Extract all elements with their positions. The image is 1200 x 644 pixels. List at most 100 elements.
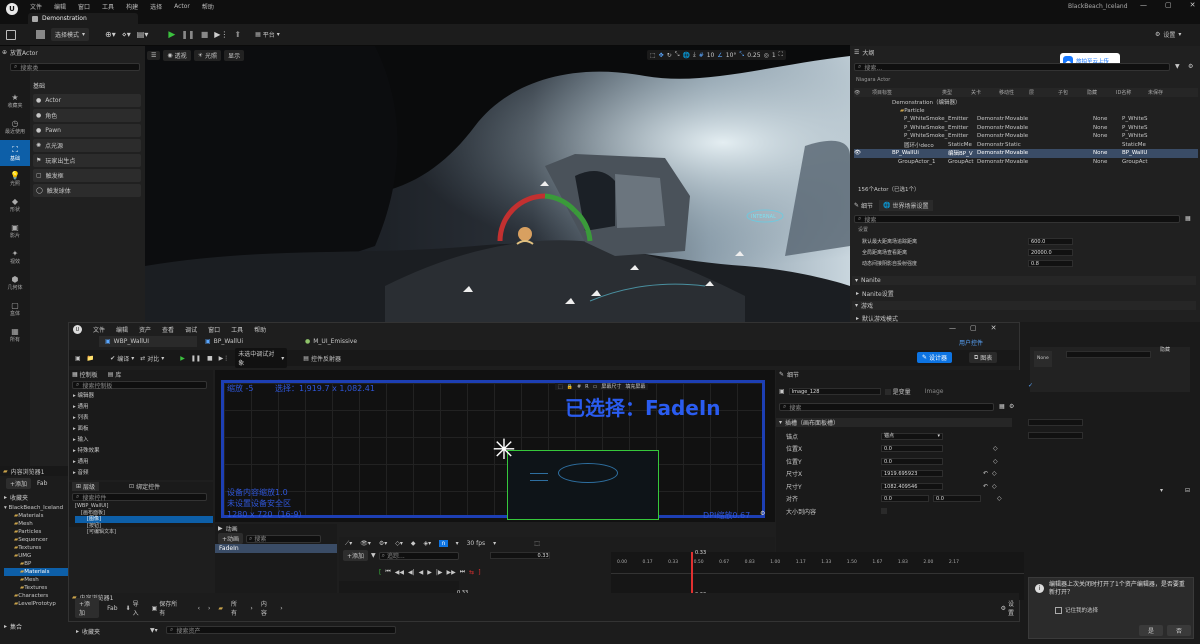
cb2-fab-button[interactable]: Fab [107, 605, 117, 612]
tab-details[interactable]: ✎ 细节 [854, 201, 873, 210]
dropdown-field[interactable] [1028, 432, 1083, 439]
detail-value-input[interactable]: 0.8 [1028, 260, 1073, 267]
animation-item-selected[interactable]: FadeIn [215, 544, 337, 553]
place-item-player-start[interactable]: ⚑ 玩家出生点 [33, 154, 141, 167]
widget-name-input[interactable]: Image_128 [788, 388, 881, 395]
place-item-pawn[interactable]: ● Pawn [33, 124, 141, 137]
table-row[interactable]: ▰ Particle [854, 107, 1198, 116]
place-item-trigger-box[interactable]: ▢ 触发框 [33, 169, 141, 182]
dialog-no-button[interactable]: 否 [1167, 625, 1191, 636]
skip-end-icon[interactable]: ⏭ [460, 568, 465, 576]
posx-input[interactable]: 0.0 [881, 445, 943, 453]
select-icon[interactable]: ⬚ [650, 52, 656, 59]
tab-library[interactable]: ▤ 库 [108, 370, 122, 379]
view-show-button[interactable]: 显示 [224, 50, 245, 61]
tab-material[interactable]: ● M_UI_Emissive [299, 336, 397, 347]
palette-category[interactable]: ▸ 通用 [73, 457, 213, 468]
section-game[interactable]: ▾ 游戏 [852, 301, 1196, 310]
tree-item[interactable]: ▰Materials [4, 512, 68, 520]
link-icon[interactable]: ◇ [992, 483, 997, 490]
grid-view-icon[interactable]: ▦ [999, 403, 1005, 410]
nav-cinematic[interactable]: ▣ 影片 [0, 218, 30, 244]
dialog-yes-button[interactable]: 是 [1139, 625, 1163, 636]
nav-basic[interactable]: ⛶ 基础 [0, 140, 30, 166]
dropdown-value[interactable] [1066, 351, 1151, 358]
col-id-name[interactable]: ID名称 [1116, 89, 1148, 96]
save-all-button[interactable]: ▣ 保存所有 [152, 599, 182, 617]
tab-palette[interactable]: ▦ 控制板 [72, 370, 98, 379]
diff-button[interactable]: ⇄ 对比 ▾ [140, 354, 164, 363]
back-icon[interactable]: ‹ [198, 605, 200, 612]
section-nanite-settings[interactable]: ▸ Nanite设置 [856, 289, 894, 298]
camera-speed-value[interactable]: 1 [772, 52, 776, 59]
asset-search-input[interactable]: ⌕ 搜索资产 [166, 626, 396, 635]
tree-item[interactable]: ▰Particles [4, 528, 68, 536]
col-level[interactable]: 关卡 [971, 89, 999, 96]
save-icon[interactable]: ▣ [75, 355, 81, 362]
col-layer[interactable]: 层 [1029, 89, 1058, 96]
settings-button[interactable]: ⚙ 设置 ▾ [1155, 30, 1181, 39]
tree-item[interactable]: [可编辑文本] [75, 529, 213, 536]
minimize-icon[interactable]: — [1140, 1, 1147, 9]
sizex-input[interactable]: 1919.695923 [881, 470, 943, 478]
nav-all[interactable]: ▦ 所有 [0, 322, 30, 348]
alignment-x-input[interactable]: 0.0 [881, 495, 929, 503]
r-toggle[interactable]: R [585, 384, 588, 390]
table-row-selected[interactable]: 👁 BP_WallUi 编辑BP_V Demonstr Movable None BP_Wa… [854, 149, 1198, 158]
camera-speed-icon[interactable]: ◎ [764, 52, 769, 59]
graph-button[interactable]: ⧉ 图表 [969, 352, 998, 363]
forward-icon[interactable]: › [208, 605, 210, 612]
visibility-icon[interactable]: 👁 [854, 150, 892, 156]
umg-details-title[interactable]: 细节 [787, 370, 799, 379]
alignment-y-input[interactable]: 0.0 [933, 495, 981, 503]
scale-value[interactable]: 0.25 [747, 52, 760, 59]
browse-icon[interactable]: 📁 [87, 355, 94, 362]
prev-key-icon[interactable]: ◀◀ [395, 569, 404, 576]
sizey-input[interactable]: 1082.409546 [881, 482, 943, 490]
tree-item[interactable]: ▰BP [4, 560, 68, 568]
key-tool-icon[interactable]: ⟋▾ [345, 540, 352, 548]
palette-category[interactable]: ▸ 输入 [73, 435, 213, 446]
tree-item-selected[interactable]: ▰Materials [4, 568, 68, 576]
fill-screen-label[interactable]: 填充屏幕 [625, 383, 645, 390]
nav-volumes[interactable]: ▢ 盒体 [0, 296, 30, 322]
tree-item[interactable]: ▰UMG [4, 552, 68, 560]
link-icon[interactable]: ◇ [993, 458, 998, 465]
hierarchy-search-input[interactable]: ⌕ 搜索控件 [72, 493, 207, 502]
menu-select[interactable]: 选择 [150, 2, 162, 11]
palette-category[interactable]: ▸ 面板 [73, 424, 213, 435]
palette-category[interactable]: ▸ 编辑器 [73, 391, 213, 402]
cb-fav-row[interactable]: ▸ 收藏夹 [76, 627, 100, 636]
detail-value-input[interactable]: 20000.0 [1028, 249, 1073, 256]
current-time-input[interactable]: 0.33 [489, 552, 550, 559]
cb-fab-button[interactable]: Fab [37, 480, 47, 487]
surface-snap-icon[interactable]: ⤓ [693, 51, 696, 59]
debug-object-select[interactable]: 未选中调试对象 ▾ [235, 348, 288, 368]
pause-icon[interactable]: ❚❚ [191, 355, 201, 362]
col-label[interactable]: 项目标签 [872, 89, 942, 96]
image-widget-selected[interactable] [507, 450, 659, 520]
cinematics-icon[interactable]: ▤▾ [137, 30, 149, 39]
tree-item[interactable]: ▰LevelPrototyp [4, 600, 68, 608]
umg-menu-asset[interactable]: 资产 [139, 325, 151, 334]
menu-edit[interactable]: 编辑 [54, 2, 66, 11]
tree-item[interactable]: ▰Sequencer [4, 536, 68, 544]
nav-recent[interactable]: ◷ 最近使用 [0, 114, 30, 140]
cb2-add-button[interactable]: +添加 [75, 598, 100, 618]
menu-help[interactable]: 帮助 [202, 2, 214, 11]
menu-window[interactable]: 窗口 [78, 2, 90, 11]
play-icon[interactable]: ▶ [168, 30, 175, 40]
tree-item[interactable]: ▰Textures [4, 584, 68, 592]
link-icon[interactable]: ◇ [997, 495, 1002, 502]
umg-menu-view[interactable]: 查看 [162, 325, 174, 334]
tab-world-settings[interactable]: 🌐 世界场景设置 [879, 199, 933, 211]
save-icon[interactable] [6, 29, 16, 40]
scale-icon[interactable]: ⤡ [675, 51, 680, 59]
fps-label[interactable]: 30 fps [467, 540, 486, 547]
snap-options-icon[interactable]: ▾ [456, 540, 459, 547]
angle-snap-icon[interactable]: ∠ [717, 52, 722, 59]
gear-icon[interactable]: ⚙ [760, 510, 765, 517]
details-search-input[interactable]: ⌕ 搜索 [854, 215, 1180, 224]
loop-icon[interactable]: ⇆ [469, 569, 474, 576]
play-reverse-icon[interactable]: ◀ [419, 569, 424, 576]
